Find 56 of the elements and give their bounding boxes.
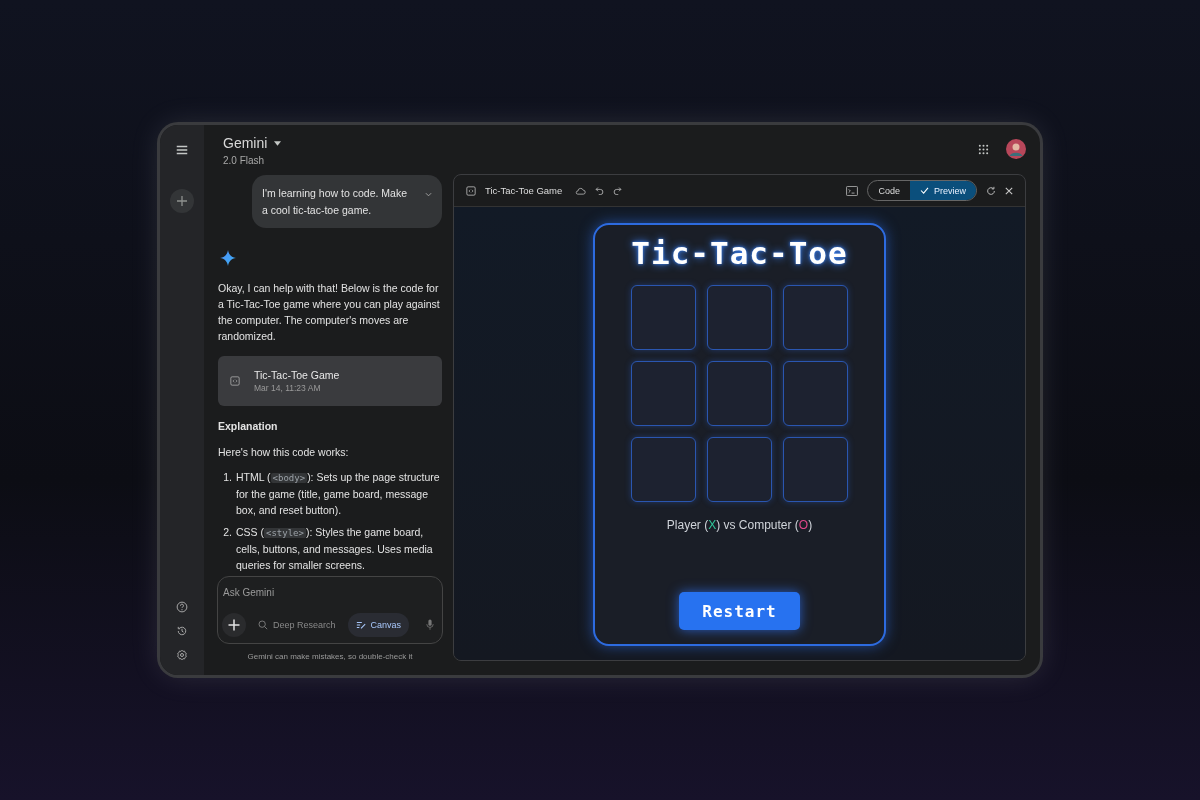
- add-icon[interactable]: [222, 613, 246, 637]
- settings-icon[interactable]: [176, 649, 188, 661]
- view-tab[interactable]: Code: [868, 181, 910, 200]
- model-name: 2.0 Flash: [223, 155, 266, 166]
- menu-icon[interactable]: [175, 143, 189, 157]
- board-cell[interactable]: [631, 285, 696, 350]
- pen-lines-icon: [355, 620, 366, 630]
- list-number: 1.: [222, 470, 232, 485]
- refresh-icon[interactable]: [986, 185, 996, 196]
- prompt-input[interactable]: Ask Gemini: [222, 585, 393, 598]
- list-text: CSS ( <style> ): Styles the game board, cells, buttons, and messages. Uses media queries for smaller screens.: [236, 525, 434, 573]
- sparkle-icon: [220, 250, 236, 266]
- terminal-icon[interactable]: [846, 185, 859, 196]
- caret-icon[interactable]: [274, 140, 282, 146]
- board-cell[interactable]: [707, 361, 772, 426]
- canvas-title: Tic-Tac-Toe Game: [485, 185, 563, 196]
- board-cell[interactable]: [631, 361, 696, 426]
- apps-grid-icon[interactable]: [978, 143, 989, 155]
- prompt-box[interactable]: Ask Gemini Deep Research Canvas: [217, 576, 443, 644]
- search-icon: [258, 620, 268, 630]
- close-icon[interactable]: [1005, 186, 1013, 195]
- game-title: Tic-Tac-Toe: [631, 235, 848, 271]
- section-heading: Explanation: [218, 420, 279, 432]
- avatar[interactable]: [1006, 139, 1026, 159]
- document-title: Tic-Tac-Toe Game: [254, 369, 340, 381]
- check-icon: [920, 187, 929, 194]
- help-icon[interactable]: [176, 601, 188, 613]
- view-tab[interactable]: Preview: [910, 181, 976, 200]
- board-cell[interactable]: [783, 437, 848, 502]
- disclaimer-text: Gemini can make mistakes, so double-check it: [246, 652, 414, 661]
- board-cell[interactable]: [783, 361, 848, 426]
- microphone-icon[interactable]: [426, 619, 434, 631]
- document-date: Mar 14, 11:23 AM: [254, 383, 322, 393]
- tool-chip[interactable]: Canvas: [347, 613, 410, 637]
- board-cell[interactable]: [707, 437, 772, 502]
- user-message: I'm learning how to code. Make a cool tic-tac-toe game.: [252, 175, 442, 228]
- intro-text: Here's how this code works:: [218, 445, 350, 460]
- list-number: 2.: [222, 525, 232, 540]
- score-text: Player (X) vs Computer (O): [666, 518, 813, 532]
- code-icon: [230, 376, 240, 386]
- redo-icon[interactable]: [613, 186, 623, 195]
- history-icon[interactable]: [176, 625, 188, 637]
- list-text: HTML ( <body> ): Sets up the page structure for the game (title, game board, message box, and reset button).: [236, 470, 441, 518]
- document-card[interactable]: Tic-Tac-Toe Game Mar 14, 11:23 AM: [218, 356, 442, 406]
- reply-text: Okay, I can help with that! Below is the code for a Tic-Tac-Toe game where you can play against the computer. The computer's moves are randomized.: [218, 281, 441, 344]
- undo-icon[interactable]: [595, 186, 605, 195]
- board-cell[interactable]: [631, 437, 696, 502]
- chevron-icon[interactable]: [425, 192, 432, 197]
- code-icon: [466, 185, 476, 196]
- cloud-icon[interactable]: [575, 186, 587, 195]
- restart-button[interactable]: Restart: [679, 592, 800, 630]
- board-cell[interactable]: [783, 285, 848, 350]
- tool-chip[interactable]: Deep Research: [250, 613, 344, 637]
- board-cell[interactable]: [707, 285, 772, 350]
- new-chat-icon[interactable]: [170, 189, 194, 213]
- app-title[interactable]: Gemini: [223, 135, 268, 151]
